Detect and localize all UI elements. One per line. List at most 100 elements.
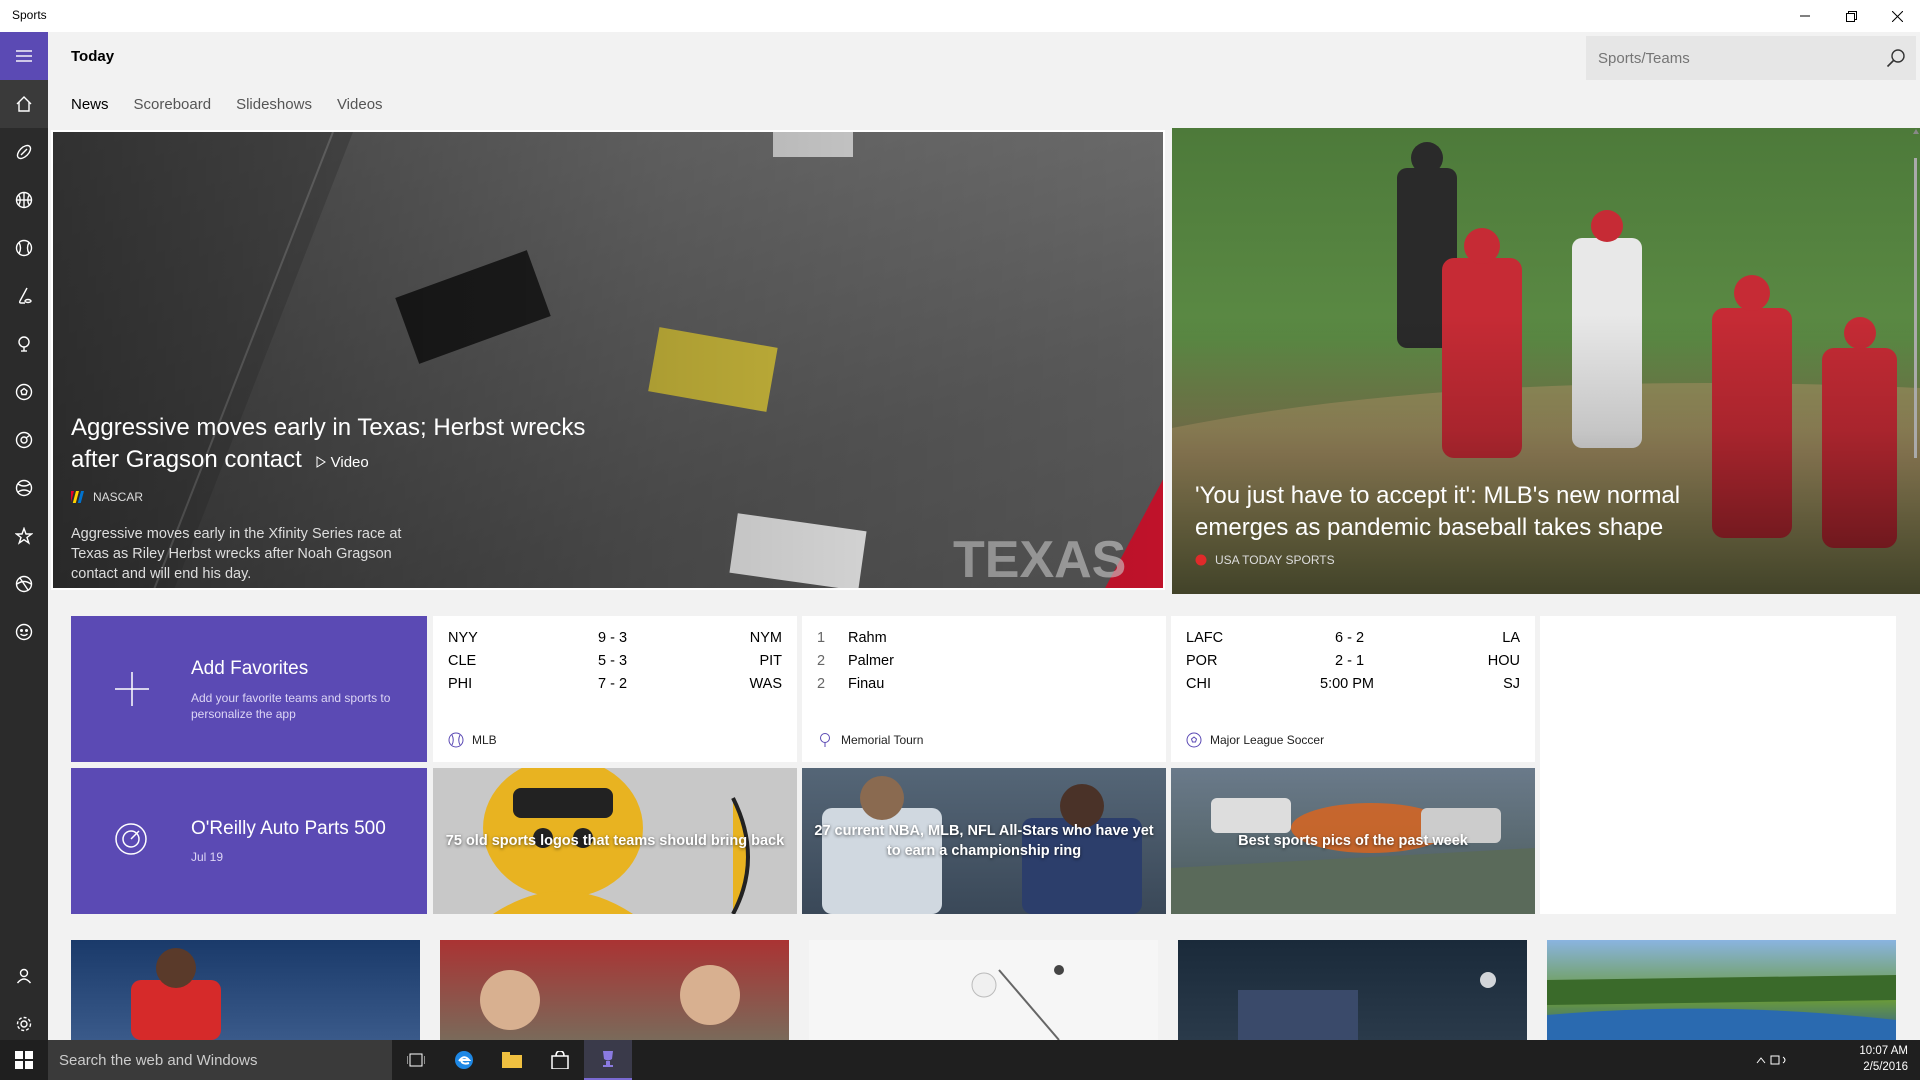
search-icon [1886,49,1905,68]
add-favorites-subtitle: Add your favorite teams and sports to pe… [191,691,391,721]
leaderboard-row: 1 Rahm [817,630,887,646]
score-row: CLE 5 - 3 PIT [448,653,782,669]
scrollbar[interactable] [1910,128,1920,1040]
settings-icon [16,1016,32,1032]
page-header: Today News Scoreboard Slideshows Videos [48,32,1920,128]
add-favorites-tile[interactable]: Add Favorites Add your favorite teams an… [71,616,427,762]
start-button[interactable] [0,1040,48,1080]
task-view-icon [407,1053,425,1067]
plus-icon [115,672,149,706]
rail-motorsport[interactable] [0,416,48,464]
mlb-scores-tile[interactable]: NYY 9 - 3 NYM CLE 5 - 3 PIT PHI 7 - 2 WA… [433,616,797,762]
favorites-icon [15,527,33,545]
rail-golf[interactable] [0,320,48,368]
soccer-player-image [131,948,221,1040]
system-tray[interactable] [1752,1040,1792,1080]
news-thumbnail[interactable] [71,940,420,1040]
usa-today-logo-icon [1195,554,1207,566]
leaderboard-row: 2 Palmer [817,653,894,669]
event-date: Jul 19 [191,850,224,864]
taskbar: Search the web and Windows 10:07 AM 2/5/… [0,1040,1920,1080]
title-bar: Sports [0,0,1920,32]
hero-left-source: NASCAR [71,490,143,504]
tab-news[interactable]: News [71,96,109,113]
sports-icon [15,575,33,593]
coaches-image [480,965,740,1030]
content-area: Today News Scoreboard Slideshows Videos … [48,32,1920,1040]
taskbar-search-box[interactable]: Search the web and Windows [48,1040,392,1080]
edge-browser-icon [455,1051,473,1069]
rail-baseball[interactable] [0,224,48,272]
task-view-button[interactable] [392,1040,440,1080]
restore-icon [1845,10,1857,22]
minimize-icon [1800,15,1810,17]
mls-scores-tile[interactable]: LAFC 6 - 2 LA POR 2 - 1 HOU CHI 5:00 PM … [1171,616,1535,762]
rail-home[interactable] [0,80,48,128]
tab-bar: News Scoreboard Slideshows Videos [71,96,383,113]
hockey-icon [18,287,32,304]
score-row: PHI 7 - 2 WAS [448,676,782,692]
nav-rail [0,32,48,1040]
score-row: CHI 5:00 PM SJ [1186,676,1520,692]
empty-tile [1540,616,1896,914]
slideshow-caption: Best sports pics of the past week [1238,833,1468,849]
tab-videos[interactable]: Videos [337,96,383,113]
slideshow-tile-logos[interactable]: 75 old sports logos that teams should br… [433,768,797,914]
tennis-icon [15,479,33,497]
windows-logo-icon [15,1051,33,1069]
hero-left-headline: Aggressive moves early in Texas; Herbst … [71,414,586,473]
hero-story-racing[interactable]: TEXAS Aggressive moves early in Texas; H… [51,130,1165,590]
leaderboard-row: 2 Finau [817,676,885,692]
folder-icon [502,1052,522,1068]
page-title: Today [71,48,115,65]
edge-button[interactable] [440,1040,488,1080]
baseball-icon [448,732,464,748]
rail-basketball[interactable] [0,176,48,224]
event-tile[interactable]: O'Reilly Auto Parts 500 Jul 19 [71,768,427,914]
news-thumbnail[interactable] [1178,940,1527,1040]
rail-tennis[interactable] [0,464,48,512]
tab-slideshows[interactable]: Slideshows [236,96,312,113]
news-thumbnail[interactable] [440,940,789,1040]
rail-favorites[interactable] [0,512,48,560]
scroll-up-arrow-icon[interactable] [1913,128,1919,134]
slideshow-tile-all-stars[interactable]: 27 current NBA, MLB, NFL All-Stars who h… [802,768,1166,914]
minimize-button[interactable] [1782,0,1828,32]
slideshow-tile-best-pics[interactable]: Best sports pics of the past week [1171,768,1535,914]
slideshow-caption: 27 current NBA, MLB, NFL All-Stars who h… [814,823,1154,859]
rail-football[interactable] [0,128,48,176]
hero-right-source: USA TODAY SPORTS [1195,553,1335,567]
restore-button[interactable] [1828,0,1874,32]
golf-footer: Memorial Tourn [817,732,923,748]
trophy-icon [603,1051,613,1067]
news-thumbnail[interactable] [1547,940,1896,1040]
home-icon [16,96,32,112]
close-button[interactable] [1874,0,1920,32]
video-badge: Video [316,454,369,471]
news-thumbnail[interactable] [809,940,1158,1040]
taskbar-clock[interactable]: 10:07 AM 2/5/2016 [1859,1043,1908,1075]
golf-course-image [1547,975,1896,1040]
hero-right-headline: 'You just have to accept it': MLB's new … [1195,482,1681,541]
file-explorer-button[interactable] [488,1040,536,1080]
search-button[interactable] [1876,36,1916,80]
rail-soccer[interactable] [0,368,48,416]
rail-hockey[interactable] [0,272,48,320]
hero-overlay [53,132,1163,588]
rail-account[interactable] [0,952,48,1000]
rail-fantasy[interactable] [0,608,48,656]
hamburger-button[interactable] [0,32,48,80]
score-row: POR 2 - 1 HOU [1186,653,1520,669]
search-input[interactable] [1586,36,1876,80]
mlb-footer: MLB [448,732,497,748]
store-button[interactable] [536,1040,584,1080]
golf-leaderboard-tile[interactable]: 1 Rahm 2 Palmer 2 Finau Memorial Tourn [802,616,1166,762]
sports-app-button[interactable] [584,1040,632,1080]
search-box [1586,36,1916,80]
play-icon [316,456,327,468]
golf-icon [18,336,30,352]
rail-sports[interactable] [0,560,48,608]
scrollbar-thumb[interactable] [1914,158,1917,458]
hero-story-baseball[interactable]: 'You just have to accept it': MLB's new … [1172,128,1920,594]
tab-scoreboard[interactable]: Scoreboard [134,96,212,113]
